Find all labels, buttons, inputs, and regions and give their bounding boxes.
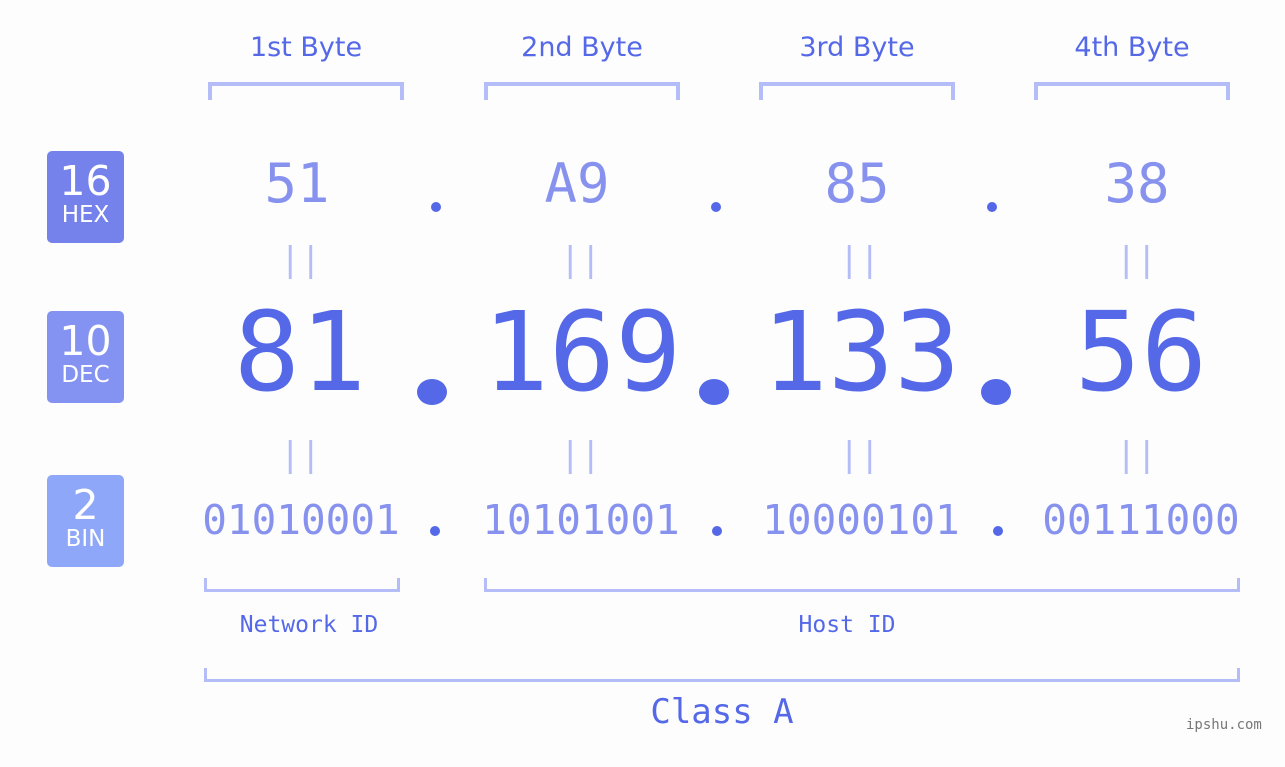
class-label: Class A (650, 692, 794, 732)
dec-byte-3: 133 (761, 288, 961, 416)
dec-label: DEC (61, 362, 110, 388)
byte-header-2: 2nd Byte (521, 32, 643, 63)
dec-byte-4: 56 (1074, 288, 1208, 416)
network-id-bracket (204, 578, 400, 592)
hex-label: HEX (61, 202, 110, 228)
bin-dot-2 (712, 526, 722, 536)
dec-dot-3 (981, 379, 1011, 405)
hex-dot-1 (431, 202, 441, 212)
host-id-bracket (484, 578, 1240, 592)
byte-bracket-4 (1034, 82, 1230, 100)
dec-dot-2 (699, 379, 729, 405)
hex-dot-3 (987, 202, 997, 212)
byte-bracket-2 (484, 82, 680, 100)
dec-byte-1: 81 (233, 288, 367, 416)
bin-byte-1: 01010001 (202, 496, 400, 544)
equals-icon: || (839, 240, 880, 280)
hex-dot-2 (711, 202, 721, 212)
bin-dot-1 (430, 526, 440, 536)
bin-label: BIN (65, 526, 106, 552)
dec-dot-1 (417, 379, 447, 405)
hex-badge: 16 HEX (47, 151, 124, 243)
host-id-label: Host ID (798, 612, 896, 638)
byte-bracket-1 (208, 82, 404, 100)
equals-icon: || (560, 435, 601, 475)
equals-icon: || (280, 435, 321, 475)
dec-base: 10 (59, 317, 112, 365)
dec-badge: 10 DEC (47, 311, 124, 403)
hex-byte-4: 38 (1104, 152, 1170, 215)
equals-icon: || (839, 435, 880, 475)
equals-icon: || (280, 240, 321, 280)
watermark: ipshu.com (1186, 717, 1262, 733)
equals-icon: || (1116, 240, 1157, 280)
class-bracket (204, 668, 1240, 682)
equals-icon: || (1116, 435, 1157, 475)
bin-badge: 2 BIN (47, 475, 124, 567)
bin-byte-3: 10000101 (762, 496, 960, 544)
byte-header-3: 3rd Byte (799, 32, 915, 63)
bin-base: 2 (72, 481, 99, 529)
bin-byte-4: 00111000 (1042, 496, 1240, 544)
bin-dot-3 (993, 526, 1003, 536)
hex-byte-2: A9 (544, 152, 610, 215)
hex-byte-3: 85 (824, 152, 890, 215)
dec-byte-2: 169 (482, 288, 682, 416)
byte-bracket-3 (759, 82, 955, 100)
hex-base: 16 (59, 157, 112, 205)
bin-byte-2: 10101001 (482, 496, 680, 544)
hex-byte-1: 51 (264, 152, 330, 215)
byte-header-1: 1st Byte (249, 32, 363, 63)
network-id-label: Network ID (239, 612, 379, 638)
equals-icon: || (560, 240, 601, 280)
byte-header-4: 4th Byte (1074, 32, 1190, 63)
